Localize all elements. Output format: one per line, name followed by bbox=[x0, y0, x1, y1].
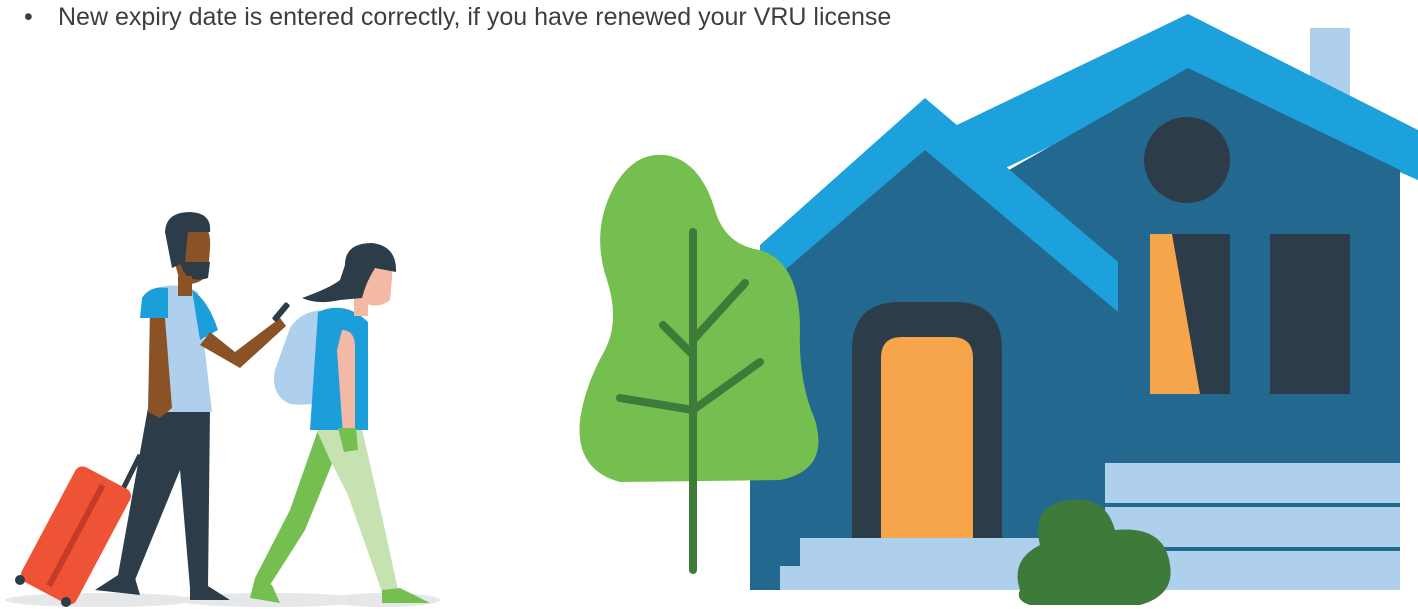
man-figure bbox=[15, 212, 290, 607]
travelers-illustration bbox=[5, 212, 440, 607]
ground-shadow bbox=[5, 593, 195, 607]
illustration-scene bbox=[5, 14, 1418, 607]
side-step-1 bbox=[1105, 463, 1400, 503]
tree-canopy bbox=[579, 154, 819, 482]
window-right bbox=[1270, 234, 1350, 394]
woman-figure bbox=[250, 243, 430, 603]
round-window bbox=[1144, 117, 1230, 203]
